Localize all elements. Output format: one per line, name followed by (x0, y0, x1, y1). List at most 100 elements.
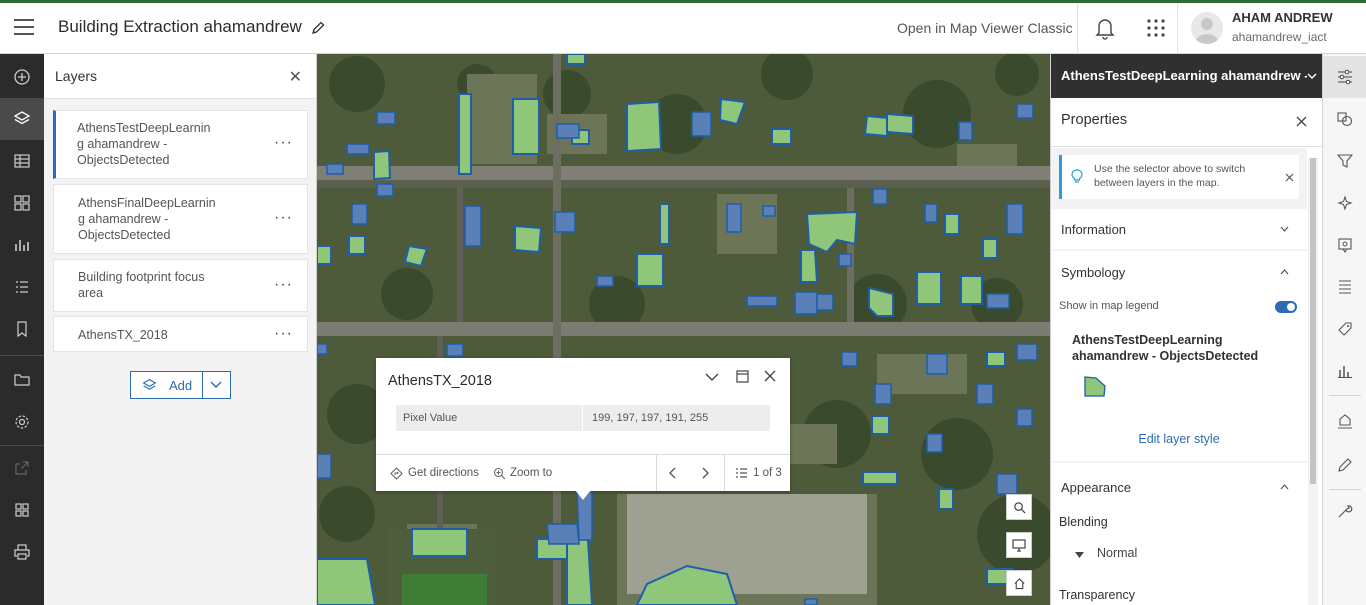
toolbar-divider (1329, 395, 1361, 396)
basemap-icon (14, 195, 30, 211)
layer-selector-label: AthensTestDeepLearning ahamandrew - O (1061, 68, 1307, 83)
search-icon (1013, 501, 1025, 513)
scrollbar-thumb[interactable] (1310, 158, 1316, 484)
chart-config-icon (1338, 366, 1352, 378)
chevron-down-icon[interactable] (1280, 226, 1289, 232)
header-divider (1077, 3, 1078, 54)
symbol-layer-name: ahamandrew - ObjectsDetected (1072, 349, 1259, 363)
close-icon[interactable]: ✕ (289, 67, 302, 87)
add-layer-button[interactable]: Add (130, 371, 231, 399)
chevron-down-icon[interactable] (210, 381, 222, 389)
fields-tool[interactable] (1323, 266, 1366, 308)
properties-header: Properties (1051, 98, 1323, 147)
symbology-heading: Symbology (1061, 265, 1126, 280)
search-map-button[interactable] (1006, 494, 1032, 520)
add-button-main[interactable]: Add (131, 372, 202, 398)
blend-mode-select[interactable]: Normal (1075, 544, 1195, 564)
bookmarks-tool[interactable] (0, 308, 44, 350)
configure-charts-tool[interactable] (1323, 350, 1366, 392)
filter-icon (1337, 154, 1353, 168)
map-properties-tool[interactable] (0, 358, 44, 400)
directions-icon (390, 467, 403, 480)
tables-tool[interactable] (0, 140, 44, 182)
more-options-icon[interactable]: ··· (274, 276, 293, 294)
popups-tool[interactable] (1323, 224, 1366, 266)
styles-icon (1337, 112, 1353, 127)
collapse-chevron-icon[interactable] (705, 372, 719, 382)
charts-tool[interactable] (0, 224, 44, 266)
user-avatar[interactable] (1191, 12, 1223, 44)
properties-tool[interactable] (1323, 56, 1366, 98)
properties-body: Use the selector above to switch between… (1051, 148, 1307, 605)
analysis-tool[interactable] (1323, 400, 1366, 442)
map-view[interactable] (317, 54, 1050, 605)
satellite-imagery (317, 54, 1050, 605)
appearance-heading: Appearance (1061, 480, 1132, 495)
layers-tool[interactable] (0, 98, 44, 140)
user-name[interactable]: AHAM ANDREW (1232, 10, 1333, 25)
layer-item-footprint-area[interactable]: Building footprint focus area ··· (53, 259, 308, 312)
settings-toolbar (1322, 54, 1366, 605)
add-layer-tool[interactable] (0, 56, 44, 98)
symbology-section: Symbology Show in map legend AthensTestD… (1051, 251, 1307, 461)
chevron-up-icon[interactable] (1280, 484, 1289, 490)
properties-scrollbar[interactable] (1308, 158, 1318, 605)
symbol-layer-name: AthensTestDeepLearning (1072, 333, 1223, 347)
information-heading: Information (1061, 222, 1127, 237)
close-icon[interactable] (1285, 173, 1294, 182)
close-icon[interactable] (1296, 116, 1307, 127)
notifications-icon[interactable] (1094, 16, 1116, 40)
home-icon (1013, 577, 1025, 589)
layer-name-line: g ahamandrew - (77, 137, 168, 151)
more-options-icon[interactable]: ··· (274, 325, 293, 343)
home-button[interactable] (1006, 570, 1032, 596)
legend-toggle-switch[interactable] (1275, 301, 1297, 313)
close-icon[interactable] (764, 370, 776, 382)
app-launcher-icon[interactable] (1146, 18, 1166, 38)
basemap-tool[interactable] (0, 182, 44, 224)
information-section[interactable]: Information (1051, 209, 1307, 249)
settings-tool[interactable] (0, 401, 44, 443)
labels-tool[interactable] (1323, 308, 1366, 350)
popup-attribute-table: Pixel Value 199, 197, 197, 191, 255 (396, 405, 770, 431)
chevron-up-icon[interactable] (1280, 269, 1289, 275)
edit-title-icon[interactable] (310, 20, 326, 36)
edit-layer-style-link[interactable]: Edit layer style (1051, 432, 1307, 446)
menu-icon[interactable] (14, 19, 34, 39)
share-icon (15, 461, 29, 475)
layer-name-line: Building footprint focus (78, 270, 205, 284)
previous-feature-icon[interactable] (668, 467, 676, 479)
print-tool[interactable] (0, 531, 44, 573)
layer-name-line: AthensTestDeepLearnin (77, 121, 211, 135)
effects-tool[interactable] (1323, 182, 1366, 224)
header-divider (1177, 3, 1178, 54)
measure-tool[interactable] (1323, 490, 1366, 532)
add-button-label: Add (169, 378, 193, 393)
attribute-key: Pixel Value (403, 412, 458, 424)
footer-divider (724, 455, 725, 491)
filter-tool[interactable] (1323, 140, 1366, 182)
sketch-icon (1338, 458, 1352, 472)
legend-toggle-label: Show in map legend (1059, 300, 1159, 312)
legend-tool[interactable] (0, 266, 44, 308)
layer-item-athens-test[interactable]: AthensTestDeepLearnin g ahamandrew - Obj… (53, 110, 308, 179)
layers-icon (142, 378, 157, 390)
popup-footer: Get directions Zoom to 1 of 3 (376, 454, 790, 491)
folder-icon (14, 374, 30, 386)
sketch-tool[interactable] (1323, 444, 1366, 486)
map-display-button[interactable] (1006, 532, 1032, 558)
zoom-to-label: Zoom to (510, 467, 553, 479)
create-app-tool[interactable] (0, 489, 44, 531)
share-tool[interactable] (0, 447, 44, 489)
add-icon (14, 69, 30, 85)
open-classic-link[interactable]: Open in Map Viewer Classic (897, 20, 1073, 36)
next-feature-icon[interactable] (702, 467, 710, 479)
more-options-icon[interactable]: ··· (274, 134, 293, 152)
layer-item-athens-imagery[interactable]: AthensTX_2018 ··· (53, 316, 308, 352)
zoom-icon (493, 467, 506, 480)
dock-icon[interactable] (736, 370, 749, 383)
styles-tool[interactable] (1323, 98, 1366, 140)
more-options-icon[interactable]: ··· (274, 209, 293, 227)
layer-item-athens-final[interactable]: AthensFinalDeepLearnin g ahamandrew - Ob… (53, 184, 308, 254)
layer-selector[interactable]: AthensTestDeepLearning ahamandrew - O (1051, 54, 1322, 98)
